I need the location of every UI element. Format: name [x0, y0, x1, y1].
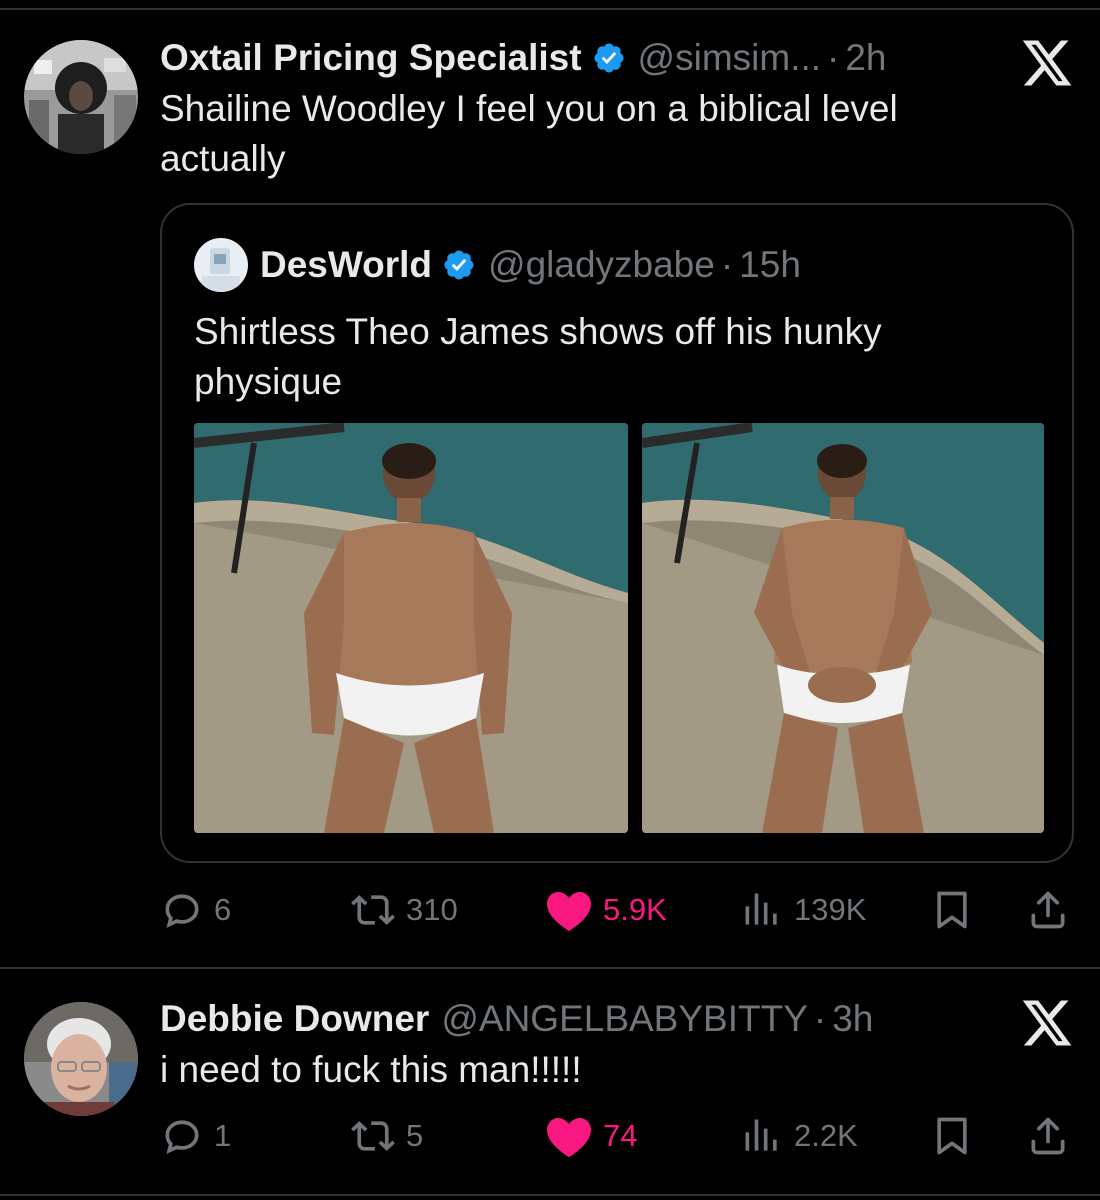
share-icon: [1031, 891, 1065, 929]
separator-dot: ·: [827, 37, 840, 78]
quote-text: Shirtless Theo James shows off his hunky…: [194, 311, 882, 402]
share-button[interactable]: [1026, 1111, 1070, 1161]
retweet-icon: [351, 1121, 395, 1151]
reply-icon: [165, 894, 199, 928]
heart-filled-icon: [547, 1118, 591, 1158]
bookmark-icon: [937, 1117, 967, 1155]
retweet-button[interactable]: 5: [350, 1111, 423, 1161]
verified-badge-icon: [594, 43, 624, 73]
retweet-button[interactable]: 310: [350, 885, 458, 935]
heart-filled-icon: [547, 892, 591, 932]
tweet-divider: [0, 967, 1100, 969]
reply-icon: [165, 1120, 199, 1154]
retweet-icon: [351, 895, 395, 925]
quote-timestamp[interactable]: 15h: [739, 243, 801, 287]
top-divider: [0, 8, 1100, 10]
timestamp[interactable]: 3h: [832, 997, 873, 1041]
share-button[interactable]: [1026, 885, 1070, 935]
like-count: 74: [603, 1118, 638, 1153]
bookmark-button[interactable]: [930, 885, 974, 935]
like-button[interactable]: 74: [545, 1111, 637, 1161]
timestamp[interactable]: 2h: [845, 36, 886, 80]
avatar[interactable]: [24, 40, 138, 154]
reply-count: 6: [214, 892, 232, 927]
quote-photo-2[interactable]: [642, 423, 1044, 833]
views-chart-icon: [745, 1119, 777, 1151]
views-button[interactable]: 139K: [740, 885, 866, 935]
views-count: 2.2K: [794, 1118, 858, 1153]
views-chart-icon: [745, 893, 777, 925]
quote-photo-1[interactable]: [194, 423, 628, 833]
separator-dot: ·: [813, 998, 827, 1039]
reply-button[interactable]: 6: [160, 885, 231, 935]
views-button[interactable]: 2.2K: [740, 1111, 858, 1161]
quote-author-handle[interactable]: @gladyzbabe: [488, 243, 715, 287]
author-name[interactable]: Debbie Downer: [160, 997, 429, 1041]
tweet-text: i need to fuck this man!!!!!: [160, 1049, 582, 1090]
quote-avatar[interactable]: [194, 238, 248, 292]
tweet-text: Shailine Woodley I feel you on a biblica…: [160, 88, 898, 179]
verified-badge-icon: [444, 250, 474, 280]
like-button[interactable]: 5.9K: [545, 885, 667, 935]
avatar[interactable]: [24, 1002, 138, 1116]
x-logo-icon: [1022, 40, 1072, 86]
quoted-tweet[interactable]: DesWorld @gladyzbabe · 15h Shirtless The…: [160, 203, 1074, 863]
like-count: 5.9K: [603, 892, 667, 927]
quote-author-name[interactable]: DesWorld: [260, 243, 432, 287]
bookmark-button[interactable]: [930, 1111, 974, 1161]
quote-header: DesWorld @gladyzbabe · 15h: [260, 243, 801, 287]
author-name[interactable]: Oxtail Pricing Specialist: [160, 36, 582, 80]
separator-dot: ·: [720, 244, 734, 285]
tweet-actions: 6 310 5.9K 139K: [160, 885, 1070, 935]
tweet-header: Debbie Downer @ANGELBABYBITTY · 3h: [160, 997, 873, 1041]
bookmark-icon: [937, 891, 967, 929]
tweet-header: Oxtail Pricing Specialist @simsim... · 2…: [160, 36, 887, 80]
tweet-actions: 1 5 74 2.2K: [160, 1111, 1070, 1161]
retweet-count: 5: [406, 1118, 424, 1153]
retweet-count: 310: [406, 892, 458, 927]
author-handle[interactable]: @simsim...: [638, 36, 821, 80]
reply-count: 1: [214, 1118, 232, 1153]
x-logo-icon: [1022, 1000, 1072, 1046]
bottom-divider: [0, 1194, 1100, 1196]
share-icon: [1031, 1117, 1065, 1155]
reply-button[interactable]: 1: [160, 1111, 231, 1161]
author-handle[interactable]: @ANGELBABYBITTY: [441, 997, 808, 1041]
views-count: 139K: [794, 892, 867, 927]
